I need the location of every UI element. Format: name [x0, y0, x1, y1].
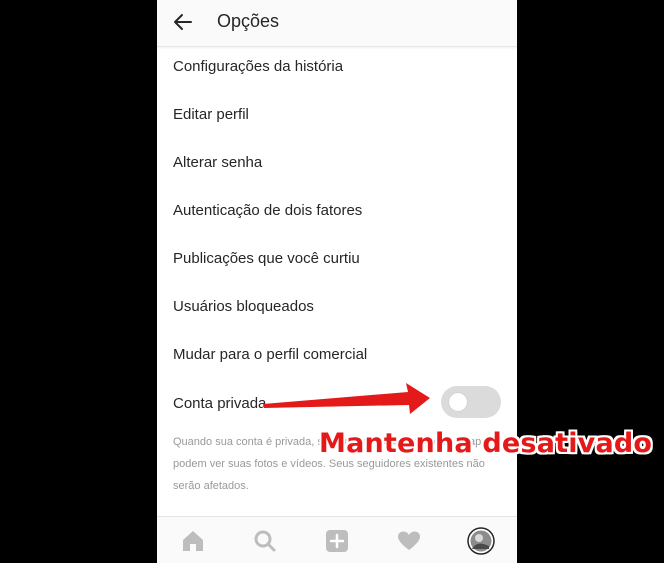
- phone-screen: Opções Configurações da história Editar …: [157, 0, 517, 563]
- menu-item-liked-posts[interactable]: Publicações que você curtiu: [173, 250, 360, 267]
- search-icon: [254, 530, 276, 552]
- profile-avatar-icon: [467, 527, 495, 555]
- home-icon: [183, 531, 203, 551]
- tab-home[interactable]: [179, 527, 207, 555]
- tab-profile[interactable]: [467, 527, 495, 555]
- back-button[interactable]: [167, 8, 197, 36]
- menu-item-edit-profile[interactable]: Editar perfil: [173, 106, 249, 123]
- top-app-bar: Opções: [157, 0, 517, 47]
- bottom-tab-bar: [157, 516, 517, 563]
- activity-heart-icon: [398, 531, 420, 550]
- tab-activity[interactable]: [395, 527, 423, 555]
- private-account-toggle[interactable]: [441, 386, 501, 418]
- tab-new-post[interactable]: [323, 527, 351, 555]
- add-post-icon: [326, 530, 348, 552]
- menu-item-change-password[interactable]: Alterar senha: [173, 154, 262, 171]
- menu-item-blocked-users[interactable]: Usuários bloqueados: [173, 298, 314, 315]
- tab-search[interactable]: [251, 527, 279, 555]
- menu-item-two-factor-auth[interactable]: Autenticação de dois fatores: [173, 202, 362, 219]
- menu-item-story-settings[interactable]: Configurações da história: [173, 58, 343, 75]
- menu-item-switch-business-profile[interactable]: Mudar para o perfil comercial: [173, 346, 367, 363]
- private-account-label: Conta privada: [173, 395, 267, 412]
- annotation-text: Mantenha desativado: [319, 428, 653, 459]
- toggle-knob: [449, 393, 467, 411]
- page-title: Opções: [217, 11, 280, 31]
- arrow-left-icon: [174, 14, 192, 30]
